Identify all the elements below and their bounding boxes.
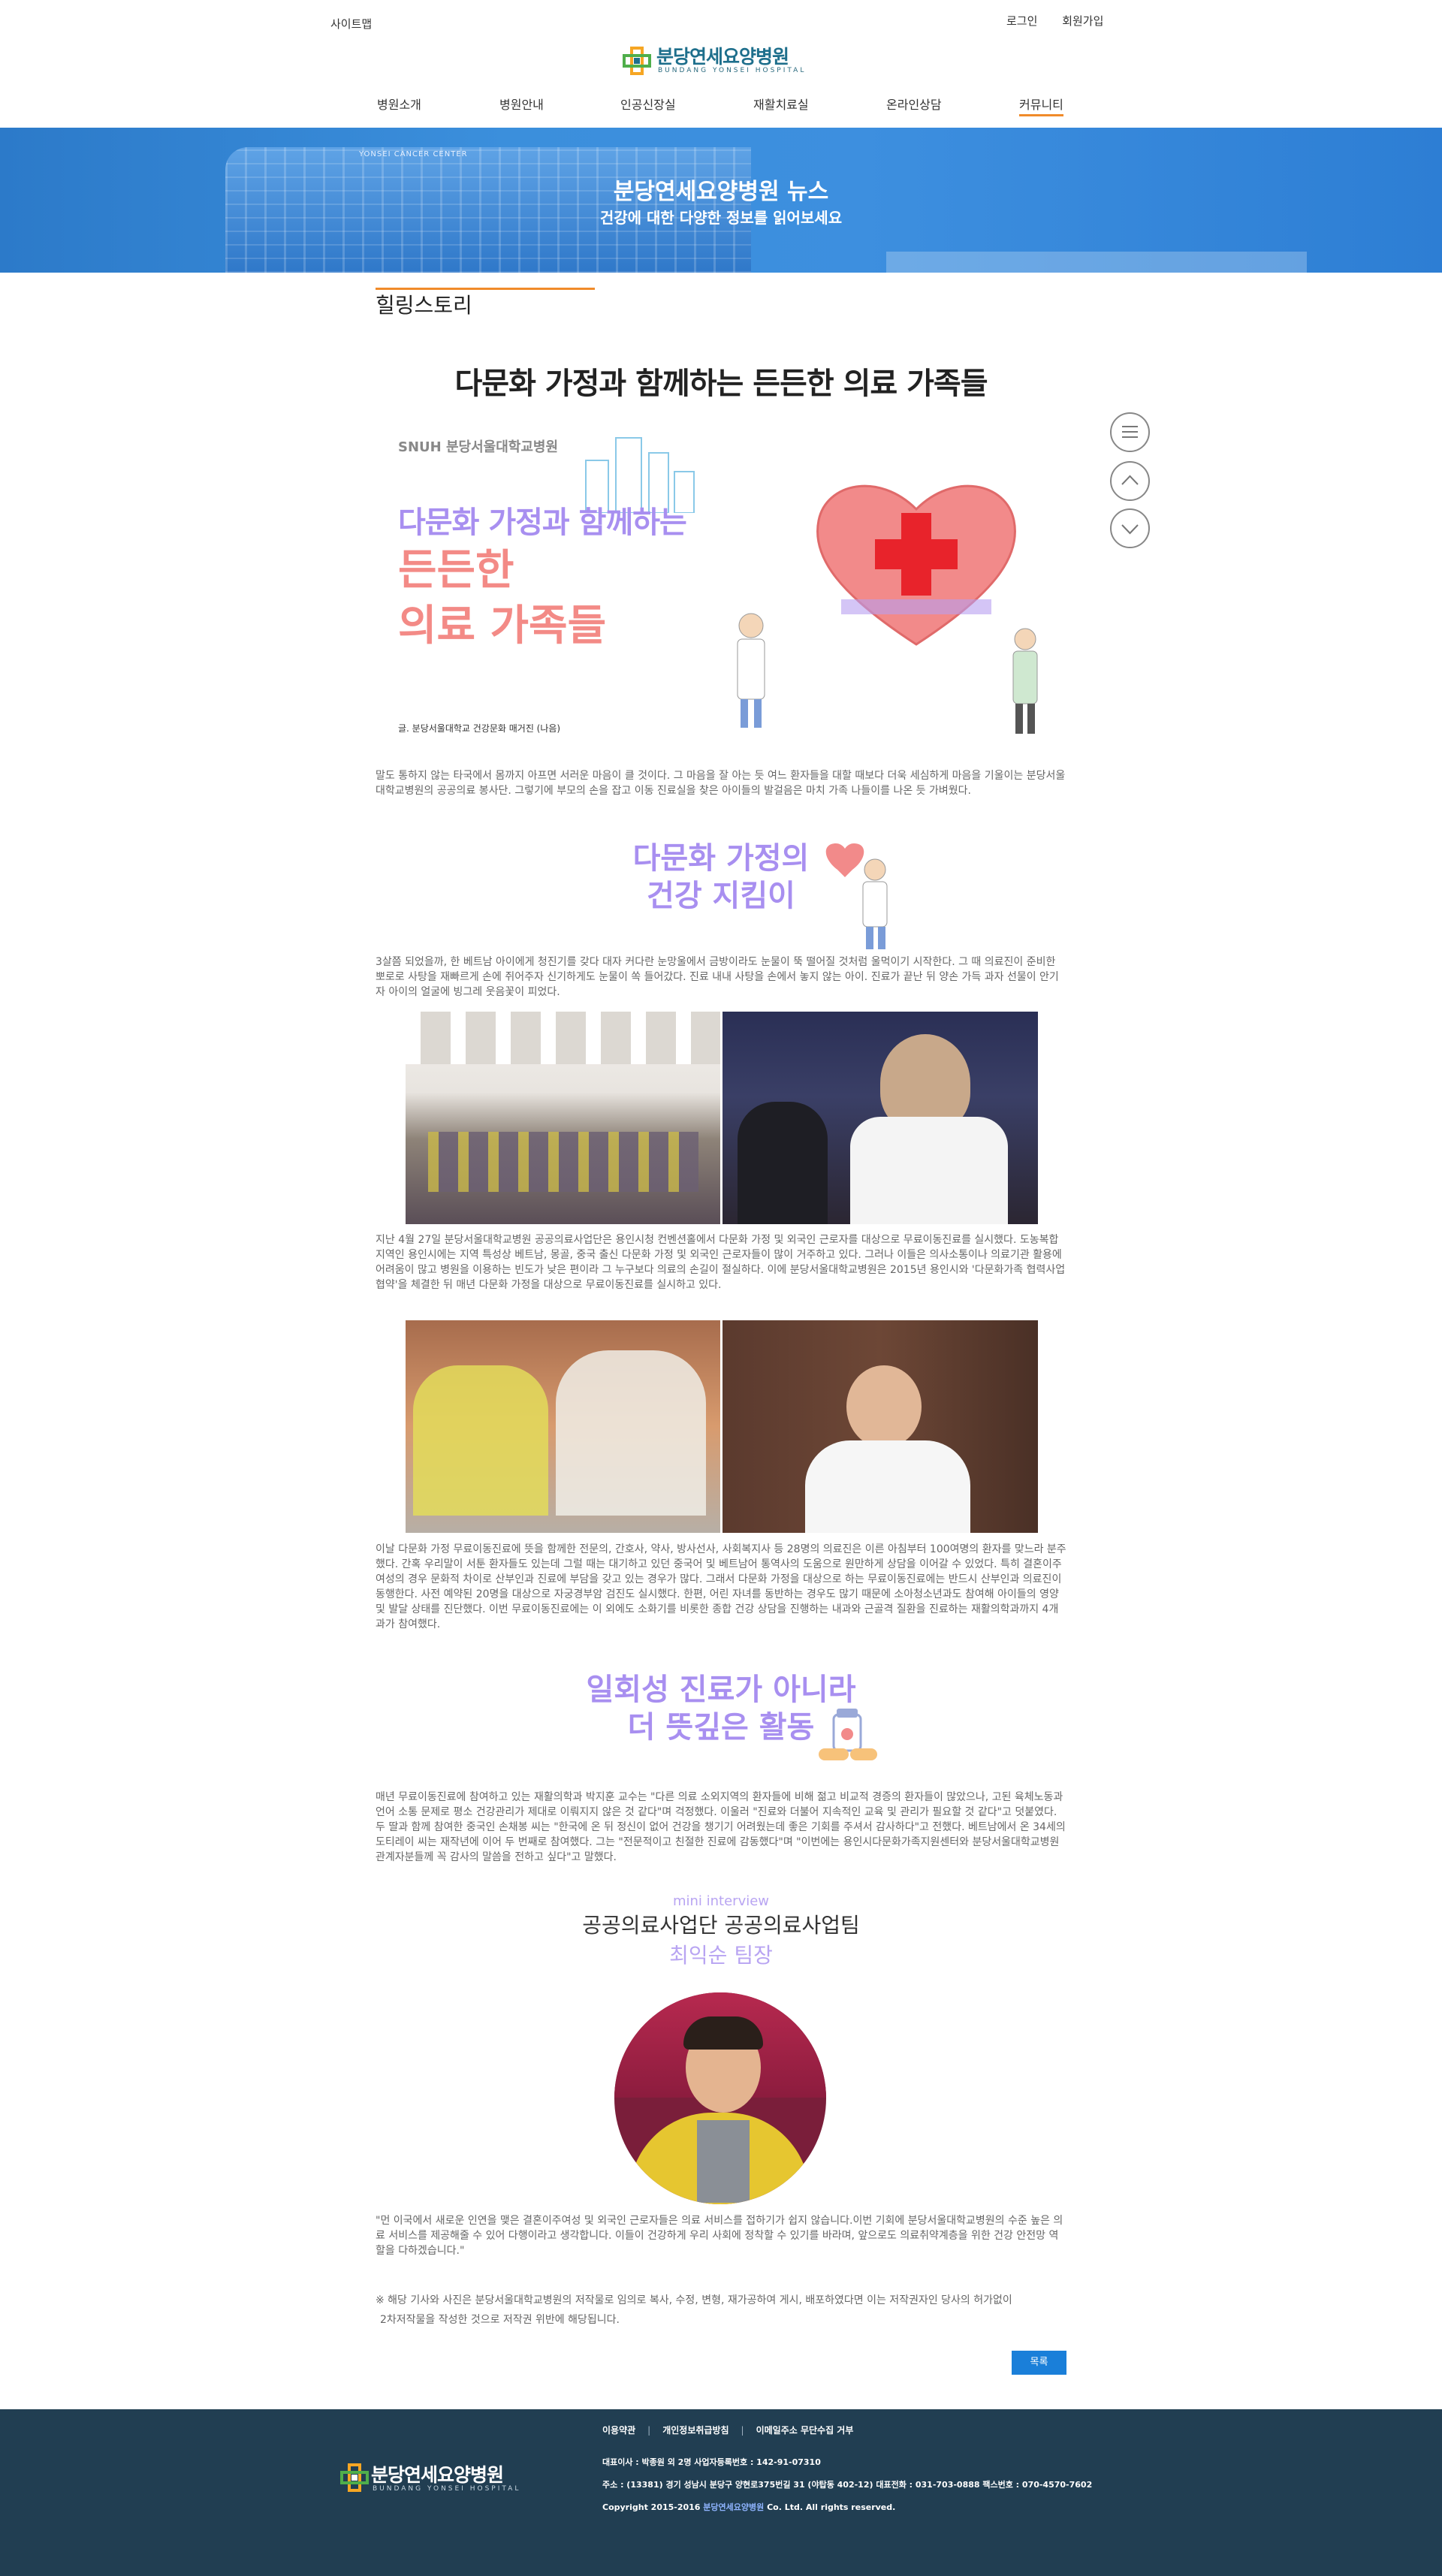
subheading-health-guardian: 다문화 가정의 건강 지킴이 bbox=[376, 840, 1066, 915]
photo-nurses-checkup bbox=[406, 1320, 720, 1533]
article-title: 다문화 가정과 함께하는 든든한 의료 가족들 bbox=[454, 366, 988, 401]
subheading-2a: 일회성 진료가 아니라 bbox=[586, 1673, 856, 1707]
doctor-figure-icon bbox=[737, 613, 765, 728]
footer-address: 주소 : (13381) 경기 성남시 분당구 양현로375번길 31 (야탑동… bbox=[602, 2480, 1093, 2490]
photo-doctor-consult bbox=[723, 1012, 1038, 1224]
menu-icon bbox=[1122, 426, 1138, 438]
footer-logo-text: 분당연세요양병원 bbox=[371, 2464, 504, 2486]
arrow-down-icon bbox=[1121, 524, 1139, 535]
photo-clinic-hall bbox=[406, 1012, 720, 1224]
site-header: 사이트맵 로그인 회원가입 분당연세요양병원 BUNDANG YONSEI HO… bbox=[0, 0, 1442, 128]
nav-item-rehab[interactable]: 재활치료실 bbox=[753, 95, 809, 113]
footer-copyright: Copyright 2015-2016 분당연세요양병원 Co. Ltd. Al… bbox=[602, 2501, 895, 2513]
medicine-bottle-icon bbox=[819, 1709, 877, 1760]
footer-link-terms[interactable]: 이용약관 bbox=[602, 2425, 635, 2436]
copyright-suffix: Co. Ltd. All rights reserved. bbox=[764, 2502, 896, 2512]
footer-links: 이용약관 | 개인정보취급방침 | 이메일주소 무단수집 거부 bbox=[602, 2424, 853, 2436]
hero-org-label: SNUH 분당서울대학교병원 bbox=[398, 439, 559, 455]
quick-menu-button[interactable] bbox=[1110, 412, 1150, 452]
hero-headline-2b: 의료 가족들 bbox=[398, 602, 607, 650]
list-button[interactable]: 목록 bbox=[1012, 2351, 1066, 2375]
site-logo[interactable]: 분당연세요양병원 BUNDANG YONSEI HOSPITAL bbox=[622, 42, 820, 77]
building-sign: YONSEI CANCER CENTER bbox=[359, 150, 468, 158]
copyright-prefix: Copyright 2015-2016 bbox=[602, 2502, 704, 2512]
banner-title: 분당연세요양병원 뉴스 bbox=[613, 179, 829, 205]
paragraph-6: "먼 이국에서 새로운 인연을 맺은 결혼이주여성 및 외국인 근로자들은 의료… bbox=[376, 2215, 1063, 2257]
login-link[interactable]: 로그인 bbox=[1006, 14, 1037, 28]
footer-logo: 분당연세요양병원 BUNDANG YONSEI HOSPITAL bbox=[339, 2460, 550, 2498]
hero-headline-2a: 든든한 bbox=[398, 546, 514, 595]
interviewee-portrait bbox=[614, 1992, 826, 2204]
sitemap-link[interactable]: 사이트맵 bbox=[330, 16, 372, 32]
notice-line-1: ※ 해당 기사와 사진은 분당서울대학교병원의 저작물로 임의로 복사, 수정,… bbox=[376, 2294, 1012, 2306]
hero-credit: 글. 분당서울대학교 건강문화 매거진 (나음) bbox=[398, 723, 561, 734]
copyright-hospital: 분당연세요양병원 bbox=[703, 2502, 765, 2512]
page-banner: YONSEI CANCER CENTER 분당연세요양병원 뉴스 건강에 대한 … bbox=[0, 128, 1442, 273]
top-links: 로그인 회원가입 bbox=[1006, 13, 1124, 29]
section-title: 힐링스토리 bbox=[376, 293, 472, 318]
paragraph-5: 매년 무료이동진료에 참여하고 있는 재활의학과 박지훈 교수는 "다른 의료 … bbox=[376, 1791, 1066, 1863]
arrow-up-icon bbox=[1121, 475, 1139, 485]
subheading-1a: 다문화 가정의 bbox=[632, 841, 810, 876]
banner-subtitle: 건강에 대한 다양한 정보를 읽어보세요 bbox=[599, 209, 843, 227]
scroll-top-button[interactable] bbox=[1110, 461, 1150, 501]
photo-young-doctor bbox=[723, 1320, 1038, 1533]
footer-company-info: 대표이사 : 박종원 외 2명 사업자등록번호 : 142-91-07310 bbox=[602, 2457, 821, 2467]
scroll-bottom-button[interactable] bbox=[1110, 508, 1150, 548]
footer-link-privacy[interactable]: 개인정보취급방침 bbox=[662, 2425, 729, 2436]
footer-divider: | bbox=[741, 2425, 744, 2436]
subheading-meaningful-activity: 일회성 진료가 아니라 더 뜻깊은 활동 bbox=[376, 1671, 1066, 1746]
subheading-2b: 더 뜻깊은 활동 bbox=[627, 1710, 815, 1745]
heart-cross-icon bbox=[816, 484, 1016, 646]
copyright-notice: ※ 해당 기사와 사진은 분당서울대학교병원의 저작물로 임의로 복사, 수정,… bbox=[376, 2293, 1066, 2327]
logo-cross-icon bbox=[623, 47, 651, 75]
nav-item-community[interactable]: 커뮤니티 bbox=[1019, 95, 1063, 116]
nav-item-guide[interactable]: 병원안내 bbox=[499, 95, 544, 113]
footer-logo-cross-icon bbox=[340, 2463, 369, 2492]
logo-text: 분당연세요양병원 bbox=[656, 46, 789, 68]
paragraph-2: 3살쯤 되었을까, 한 베트남 아이에게 청진기를 갖다 대자 커다란 눈망울에… bbox=[376, 956, 1059, 998]
interviewee-name: 최익순 팀장 bbox=[669, 1943, 773, 1968]
mini-interview-label: mini interview bbox=[672, 1893, 770, 1909]
paragraph-3: 지난 4월 27일 분당서울대학교병원 공공의료사업단은 용인시청 컨벤션홀에서… bbox=[376, 1234, 1066, 1291]
nav-item-consult[interactable]: 온라인상담 bbox=[886, 95, 942, 113]
logo-subtext: BUNDANG YONSEI HOSPITAL bbox=[658, 67, 807, 74]
hero-headline-2: 든든한 의료 가족들 bbox=[398, 543, 606, 654]
site-footer: 분당연세요양병원 BUNDANG YONSEI HOSPITAL 이용약관 | 개인… bbox=[0, 2409, 1442, 2576]
paragraph-4: 이날 다문화 가정 무료이동진료에 뜻을 함께한 전문의, 간호사, 약사, 방… bbox=[376, 1543, 1066, 1630]
hero-headline-1: 다문화 가정과 함께하는 bbox=[398, 505, 687, 540]
join-link[interactable]: 회원가입 bbox=[1062, 14, 1103, 28]
nav-item-about[interactable]: 병원소개 bbox=[377, 95, 421, 113]
footer-logo-subtext: BUNDANG YONSEI HOSPITAL bbox=[373, 2485, 521, 2493]
nurse-figure-icon bbox=[1012, 628, 1038, 734]
interviewee-team: 공공의료사업단 공공의료사업팀 bbox=[582, 1913, 860, 1938]
footer-divider: | bbox=[647, 2425, 651, 2436]
mini-interview-header: mini interview 공공의료사업단 공공의료사업팀 최익순 팀장 bbox=[376, 1893, 1066, 1969]
notice-line-2: 2차저작물을 작성한 것으로 저작권 위반에 해당됩니다. bbox=[380, 2314, 620, 2326]
subheading-1b: 건강 지킴이 bbox=[647, 879, 795, 913]
banner-building-image-2 bbox=[886, 252, 1307, 273]
hero-illustration: SNUH 분당서울대학교병원 다문화 가정과 함께하는 든든한 의료 가족들 글… bbox=[391, 423, 1051, 746]
footer-link-email-refusal[interactable]: 이메일주소 무단수집 거부 bbox=[756, 2425, 854, 2436]
paragraph-1: 말도 통하지 않는 타국에서 몸까지 아프면 서러운 마음이 클 것이다. 그 … bbox=[376, 770, 1066, 797]
nav-item-dialysis[interactable]: 인공신장실 bbox=[620, 95, 676, 113]
doctor-heart-icon bbox=[825, 843, 888, 949]
main-nav: 병원소개 병원안내 인공신장실 재활치료실 온라인상담 커뮤니티 bbox=[376, 95, 1082, 117]
